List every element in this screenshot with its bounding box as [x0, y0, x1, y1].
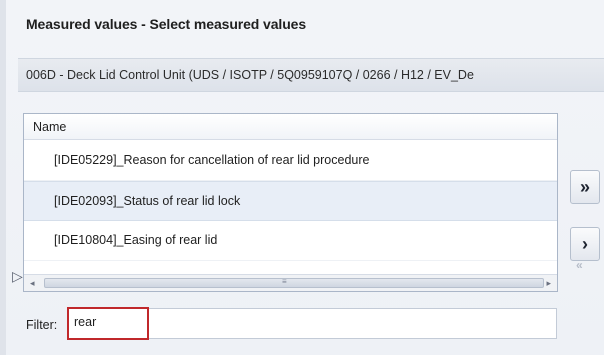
list-item-label: [IDE02093]_Status of rear lid lock: [54, 194, 241, 208]
list-item-label: [IDE05229]_Reason for cancellation of re…: [54, 153, 370, 167]
double-chevron-left-icon: «: [576, 258, 583, 272]
scrollbar-thumb[interactable]: [44, 278, 544, 288]
scroll-right-icon[interactable]: ▸: [546, 278, 551, 289]
dialog-title: Measured values - Select measured values: [26, 16, 307, 32]
column-header-name: Name: [33, 120, 67, 134]
filter-label: Filter:: [26, 318, 58, 332]
mouse-cursor-icon: ▷: [12, 268, 23, 284]
add-selected-button[interactable]: ›: [570, 227, 600, 261]
list-item[interactable]: [IDE05229]_Reason for cancellation of re…: [24, 141, 557, 181]
filter-highlight-box: [67, 307, 149, 340]
measured-values-dialog: Measured values - Select measured values…: [0, 0, 604, 355]
list-item[interactable]: [IDE10804]_Easing of rear lid: [24, 221, 557, 261]
measured-values-list[interactable]: Name [IDE05229]_Reason for cancellation …: [23, 113, 558, 292]
ecu-selection-text: 006D - Deck Lid Control Unit (UDS / ISOT…: [26, 68, 474, 82]
scrollbar-grip-icon: ≡: [282, 277, 288, 286]
chevron-right-icon: ›: [582, 234, 588, 254]
double-chevron-right-icon: »: [579, 177, 590, 197]
list-item-label: [IDE10804]_Easing of rear lid: [54, 233, 218, 247]
horizontal-scrollbar[interactable]: ◂ ≡ ▸: [24, 274, 557, 291]
add-all-button[interactable]: »: [570, 170, 600, 204]
ecu-selection-bar[interactable]: 006D - Deck Lid Control Unit (UDS / ISOT…: [18, 58, 604, 92]
list-item-selected[interactable]: [IDE02093]_Status of rear lid lock: [24, 181, 557, 221]
list-column-header[interactable]: Name: [24, 114, 557, 140]
scroll-left-icon[interactable]: ◂: [30, 278, 35, 289]
